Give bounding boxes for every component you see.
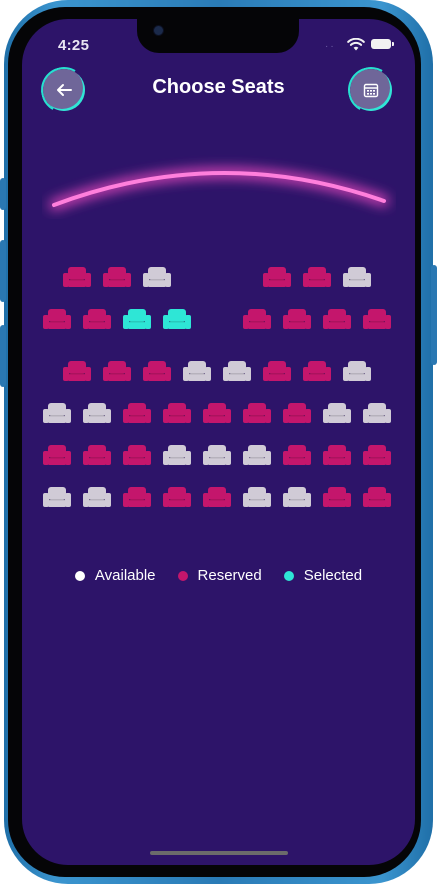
seat-reserved xyxy=(102,360,132,382)
power-button xyxy=(431,265,437,365)
volume-down-button xyxy=(0,325,6,387)
legend-label-reserved: Reserved xyxy=(197,567,262,584)
battery-icon xyxy=(371,39,394,49)
seat-available[interactable] xyxy=(182,360,212,382)
legend-label-available: Available xyxy=(94,567,156,584)
seat-available[interactable] xyxy=(242,444,272,466)
seat-reserved xyxy=(62,360,92,382)
seat-reserved xyxy=(322,444,352,466)
seat-reserved xyxy=(162,486,192,508)
seat-reserved xyxy=(362,486,392,508)
cellular-signal-icon: ·· xyxy=(325,41,336,52)
cinema-screen xyxy=(49,167,389,210)
home-indicator xyxy=(150,851,288,855)
seat-reserved xyxy=(242,308,272,330)
seat-reserved xyxy=(362,444,392,466)
seat-available[interactable] xyxy=(282,486,312,508)
app-screen: 4:25 ·· Choose Seats Available Reserved … xyxy=(22,19,415,865)
seat-reserved xyxy=(202,402,232,424)
seat-available[interactable] xyxy=(322,402,352,424)
seat-available[interactable] xyxy=(142,266,172,288)
seat-available[interactable] xyxy=(42,486,72,508)
seat-reserved xyxy=(282,402,312,424)
seat-available[interactable] xyxy=(202,444,232,466)
legend-selected: Selected xyxy=(283,567,363,584)
seat-available[interactable] xyxy=(342,360,372,382)
calendar-button[interactable] xyxy=(350,69,392,111)
seat-reserved xyxy=(122,486,152,508)
seat-reserved xyxy=(262,266,292,288)
calendar-icon xyxy=(363,83,379,98)
seat-reserved xyxy=(62,266,92,288)
front-camera xyxy=(153,25,164,36)
seat-reserved xyxy=(42,444,72,466)
seat-available[interactable] xyxy=(242,486,272,508)
seat-reserved xyxy=(302,360,332,382)
seat-available[interactable] xyxy=(82,402,112,424)
wifi-icon xyxy=(347,38,365,51)
seat-available[interactable] xyxy=(342,266,372,288)
notch xyxy=(137,19,299,53)
seat-available[interactable] xyxy=(222,360,252,382)
seat-reserved xyxy=(82,308,112,330)
seat-reserved xyxy=(122,444,152,466)
seat-selected[interactable] xyxy=(162,308,192,330)
legend-available: Available xyxy=(74,567,156,584)
seat-reserved xyxy=(82,444,112,466)
seat-reserved xyxy=(282,308,312,330)
legend-dot-reserved xyxy=(177,570,188,581)
seat-reserved xyxy=(282,444,312,466)
seat-reserved xyxy=(362,308,392,330)
seat-reserved xyxy=(202,486,232,508)
seat-selected[interactable] xyxy=(122,308,152,330)
seat-reserved xyxy=(122,402,152,424)
seat-reserved xyxy=(42,308,72,330)
seat-available[interactable] xyxy=(42,402,72,424)
seat-reserved xyxy=(242,402,272,424)
seat-reserved xyxy=(322,486,352,508)
legend-dot-selected xyxy=(283,570,294,581)
seat-reserved xyxy=(162,402,192,424)
legend-reserved: Reserved xyxy=(177,567,262,584)
legend-dot-available xyxy=(74,570,85,581)
legend-label-selected: Selected xyxy=(303,567,363,584)
seat-available[interactable] xyxy=(82,486,112,508)
seat-reserved xyxy=(262,360,292,382)
seat-reserved xyxy=(142,360,172,382)
seat-reserved xyxy=(322,308,352,330)
volume-up-button xyxy=(0,240,6,302)
seat-reserved xyxy=(102,266,132,288)
seat-reserved xyxy=(302,266,332,288)
silent-switch xyxy=(0,178,6,210)
status-time: 4:25 xyxy=(58,37,90,54)
seat-legend: Available Reserved Selected xyxy=(22,567,415,584)
seat-available[interactable] xyxy=(162,444,192,466)
seat-available[interactable] xyxy=(362,402,392,424)
